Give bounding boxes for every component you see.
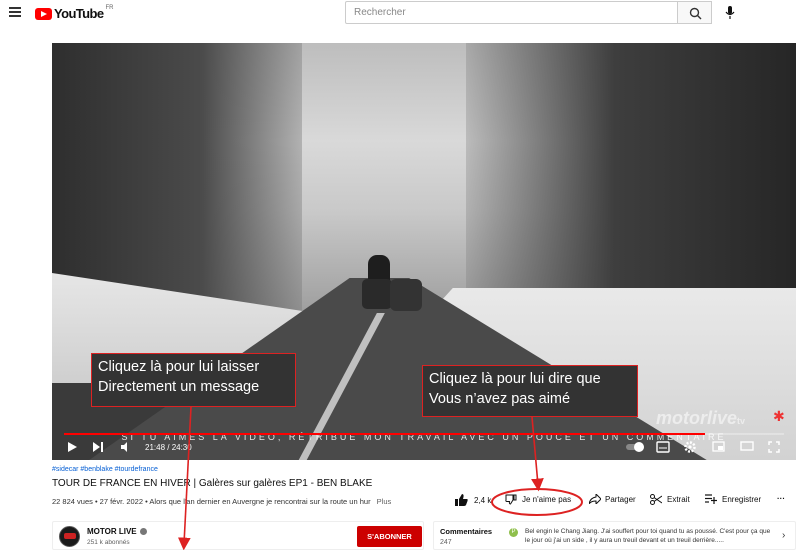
- theater-mode-icon[interactable]: [740, 441, 754, 451]
- dislike-label: Je n'aime pas: [522, 495, 572, 504]
- search-button[interactable]: [677, 1, 712, 24]
- comments-teaser[interactable]: Commentaires 247 P Bel engin le Chang Ji…: [433, 521, 796, 550]
- subtitles-icon[interactable]: [656, 441, 670, 453]
- dislike-button[interactable]: Je n'aime pas: [505, 494, 571, 505]
- channel-name[interactable]: MOTOR LIVE: [87, 527, 147, 536]
- share-icon: [589, 494, 601, 504]
- verified-icon: [139, 528, 147, 536]
- search-input[interactable]: Rechercher: [345, 1, 678, 24]
- player-controls: 21:48 / 24:30: [52, 435, 796, 460]
- like-count: 2,4 k: [474, 495, 492, 505]
- time-display: 21:48 / 24:30: [145, 443, 192, 452]
- description-snippet: • Alors que l'an dernier en Auvergne je …: [145, 497, 371, 506]
- youtube-logo[interactable]: YouTube FR: [35, 4, 114, 21]
- settings-gear-icon[interactable]: [684, 441, 696, 453]
- clip-label: Extrait: [667, 495, 690, 504]
- autoplay-toggle-icon[interactable]: [626, 441, 646, 453]
- microphone-icon[interactable]: [725, 6, 735, 19]
- like-button[interactable]: 2,4 k: [455, 494, 491, 506]
- show-more-link[interactable]: Plus: [377, 497, 392, 506]
- top-bar: YouTube FR Rechercher: [0, 0, 800, 28]
- search-icon: [689, 7, 702, 20]
- fullscreen-icon[interactable]: [768, 441, 780, 453]
- youtube-play-icon: [35, 7, 52, 20]
- comments-count: 247: [440, 539, 452, 546]
- views-and-date: 22 824 vues • 27 févr. 2022: [52, 497, 144, 506]
- video-meta: 22 824 vues • 27 févr. 2022 • Alors que …: [52, 497, 391, 506]
- menu-icon[interactable]: [9, 7, 21, 17]
- clip-button[interactable]: Extrait: [650, 494, 690, 505]
- next-icon[interactable]: [92, 441, 104, 453]
- commenter-avatar: P: [509, 528, 518, 537]
- channel-avatar[interactable]: [59, 526, 80, 547]
- callout-left-line-1: Cliquez là pour lui laisser: [98, 359, 260, 375]
- volume-icon[interactable]: [120, 441, 132, 453]
- scissors-icon: [650, 494, 662, 505]
- chevron-right-icon[interactable]: ›: [782, 530, 785, 541]
- video-frame-sidecar-rider: [362, 255, 422, 315]
- first-comment-text: Bel engin le Chang Jiang. J'ai souffert …: [525, 528, 771, 544]
- thumbs-up-icon: [455, 494, 468, 506]
- thumbs-down-icon: [505, 494, 517, 505]
- play-icon[interactable]: [66, 441, 78, 453]
- callout-leave-message: Cliquez là pour lui laisser Directement …: [91, 353, 296, 407]
- channel-watermark: motorlivetv: [656, 408, 746, 428]
- hashtags[interactable]: #sidecar #benblake #tourdefrance: [52, 466, 158, 473]
- playlist-add-icon: [705, 494, 717, 504]
- share-button[interactable]: Partager: [589, 494, 636, 504]
- subscriber-count: 251 k abonnés: [87, 539, 130, 546]
- channel-card: MOTOR LIVE 251 k abonnés S'ABONNER: [52, 521, 424, 550]
- logo-text: YouTube: [54, 6, 104, 21]
- video-title: TOUR DE FRANCE EN HIVER | Galères sur ga…: [52, 478, 373, 489]
- country-code: FR: [105, 4, 114, 11]
- save-label: Enregistrer: [722, 494, 762, 504]
- save-button[interactable]: Enregistrer: [705, 494, 761, 504]
- callout-right-line-2: Vous n’avez pas aimé: [429, 391, 571, 407]
- share-label: Partager: [605, 494, 636, 504]
- miniplayer-icon[interactable]: [712, 441, 725, 452]
- callout-left-line-2: Directement un message: [98, 379, 260, 395]
- callout-dislike: Cliquez là pour lui dire que Vous n’avez…: [422, 365, 638, 417]
- callout-right-line-1: Cliquez là pour lui dire que: [429, 371, 601, 387]
- subscribe-button[interactable]: S'ABONNER: [357, 526, 422, 547]
- badge-icon: ✱: [773, 408, 785, 424]
- comments-label: Commentaires: [440, 527, 493, 536]
- more-actions-button[interactable]: ···: [777, 494, 785, 503]
